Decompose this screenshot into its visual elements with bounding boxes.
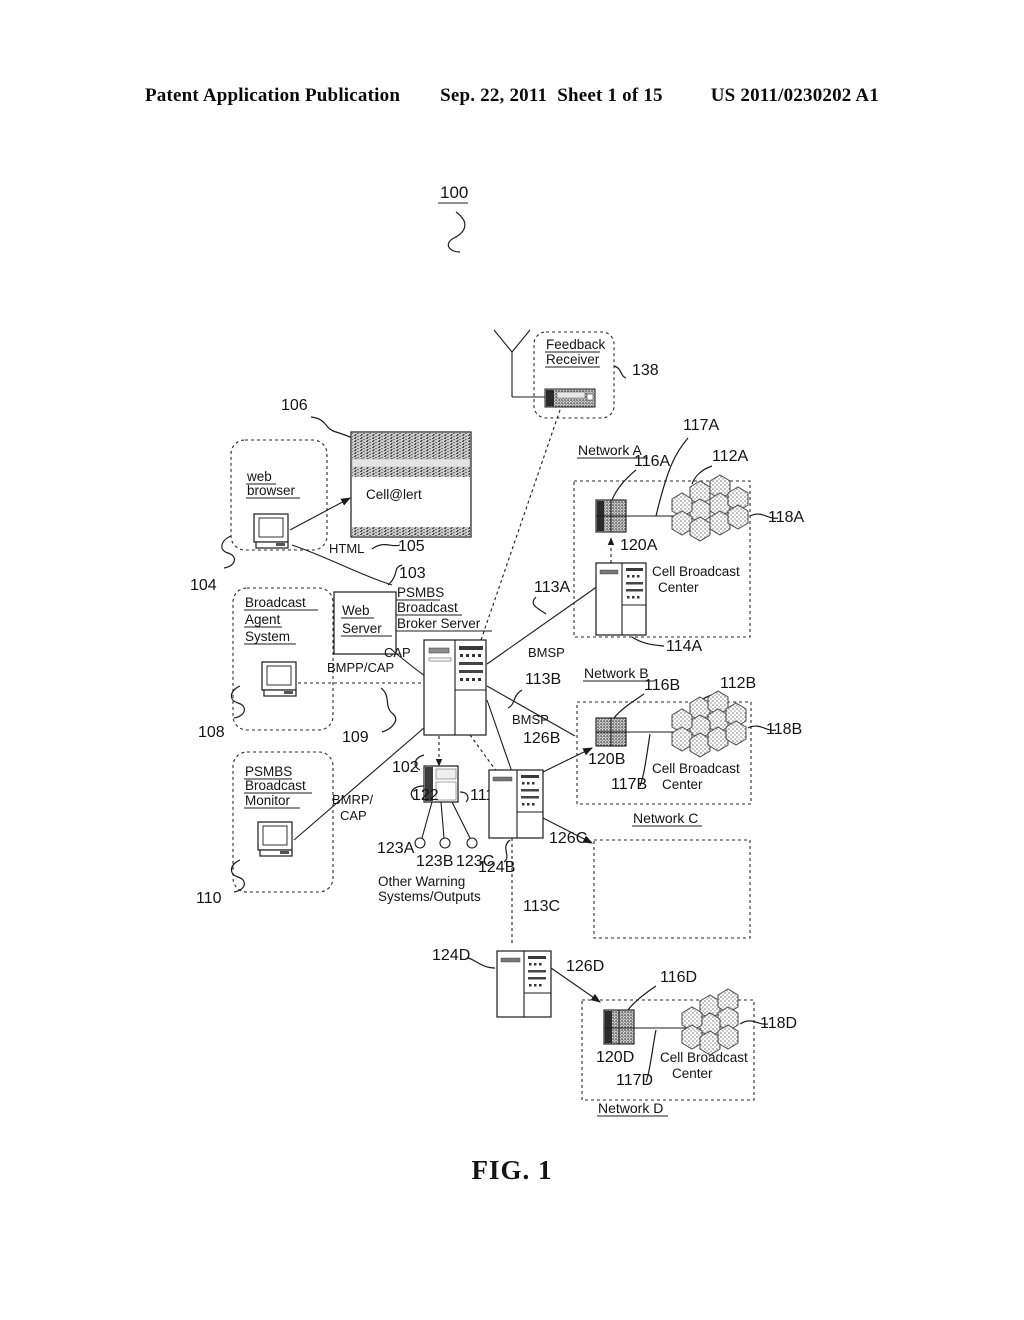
browser-window-group: 106 Cell@lert HTML 105 xyxy=(281,397,472,556)
network-a-cells xyxy=(671,474,749,542)
web-server-label-1: Web xyxy=(342,603,370,618)
network-d-name: Network D xyxy=(598,1100,663,1116)
network-a-cbc-label-2: Center xyxy=(658,580,699,595)
ref-108-label: 108 xyxy=(198,724,225,741)
ref-104-label: 104 xyxy=(190,577,217,594)
network-c-name: Network C xyxy=(633,810,698,826)
ref-120b-label: 120B xyxy=(588,751,625,768)
other-warning-systems-group: 122 111 123A 123B 123C Other Warning Sys… xyxy=(377,765,494,904)
ref-112b-label: 112B xyxy=(720,675,756,692)
ref-126d-label: 126D xyxy=(566,958,604,975)
ref-106-label: 106 xyxy=(281,397,308,414)
broker-server-icon xyxy=(423,639,487,736)
broadcast-agent-label-3: System xyxy=(245,629,290,644)
broadcast-agent-label-2: Agent xyxy=(245,612,281,627)
ref-117d-label: 117D xyxy=(616,1072,653,1089)
ref-109-label: 109 xyxy=(342,729,369,746)
ref-124b-label: 124B xyxy=(478,859,515,876)
psmbs-monitor-computer-icon xyxy=(257,821,293,857)
ref-113c-label: 113C xyxy=(523,898,560,915)
server-124b-icon xyxy=(488,769,544,839)
network-d-cbc-label-1: Cell Broadcast xyxy=(660,1050,748,1065)
web-browser-label-1: web xyxy=(246,469,272,484)
ref-118a-label: 118A xyxy=(768,509,805,526)
ref-126b-label: 126B xyxy=(523,730,560,747)
bmsp-a-protocol-label: BMSP xyxy=(528,645,565,660)
ref-114a-label: 114A xyxy=(666,638,703,655)
web-server-label-2: Server xyxy=(342,621,382,636)
ref-103-label: 103 xyxy=(399,565,426,582)
network-b-cbc-label-2: Center xyxy=(662,777,703,792)
web-browser-computer-icon xyxy=(253,513,289,549)
psmbs-monitor-label-1: PSMBS xyxy=(245,764,292,779)
ref-105-label: 105 xyxy=(398,538,425,555)
patent-figure: .dash-box { fill:none; stroke:#2a2a2a; s… xyxy=(0,0,1024,1320)
ref-102-label: 102 xyxy=(392,759,419,776)
ref-118b-label: 118B xyxy=(766,721,802,738)
ref-110-label: 110 xyxy=(196,890,222,907)
ref-116b-label: 116B xyxy=(644,677,680,694)
ref-116d-label: 116D xyxy=(660,969,697,986)
server-124d-icon xyxy=(496,950,552,1018)
psmbs-monitor-label-2: Broadcast xyxy=(245,778,306,793)
ref-112a-label: 112A xyxy=(712,448,749,465)
browser-content-text: Cell@lert xyxy=(366,487,422,502)
output-node-123b xyxy=(439,837,451,849)
ref-118d-label: 118D xyxy=(760,1015,797,1032)
ref-116a-label: 116A xyxy=(634,453,671,470)
ref-138-label: 138 xyxy=(632,362,659,379)
broker-server-label-2: Broadcast xyxy=(397,600,458,615)
network-b-cbc-label-1: Cell Broadcast xyxy=(652,761,740,776)
bmsp-b-protocol-label: BMSP xyxy=(512,712,549,727)
network-b-group: Network B 116B 112B 118B 120B 117B Cell … xyxy=(507,665,802,805)
feedback-device-icon xyxy=(544,388,596,408)
cap-protocol-label: CAP xyxy=(384,645,411,660)
feedback-receiver-label-2: Receiver xyxy=(546,352,600,367)
network-d-group: 116D 118D 120D 117D Cell Broadcast Cente… xyxy=(581,969,797,1117)
network-a-name: Network A xyxy=(578,442,642,458)
psmbs-monitor-label-3: Monitor xyxy=(245,793,291,808)
ref-120d-label: 120D xyxy=(596,1049,634,1066)
network-a-gateway-icon xyxy=(595,499,627,533)
ref-120a-label: 120A xyxy=(620,537,658,554)
network-c-box xyxy=(593,839,751,939)
network-b-name: Network B xyxy=(584,665,649,681)
ref-126c-label: 126C xyxy=(549,830,587,847)
bmpp-cap-protocol-label: BMPP/CAP xyxy=(327,660,394,675)
broadcast-agent-label-1: Broadcast xyxy=(245,595,306,610)
figure-caption: FIG. 1 xyxy=(471,1155,553,1185)
ref-123b-label: 123B xyxy=(416,853,453,870)
network-b-gateway-icon xyxy=(595,717,627,747)
server-124b-group: 124B 126C xyxy=(478,769,593,946)
ref-117a-label: 117A xyxy=(683,417,720,434)
network-d-cells xyxy=(681,988,739,1056)
web-browser-label-2: browser xyxy=(247,483,296,498)
network-b-cells xyxy=(671,690,747,758)
html-protocol-label: HTML xyxy=(329,541,364,556)
network-d-gateway-icon xyxy=(603,1009,635,1045)
bmrp-cap-protocol-label-1: BMRP/ xyxy=(332,792,374,807)
other-warning-label-1: Other Warning xyxy=(378,874,465,889)
ref-122-label: 122 xyxy=(412,787,439,804)
broker-server-label-1: PSMBS xyxy=(397,585,444,600)
system-ref-100: 100 xyxy=(438,183,468,253)
broadcast-agent-computer-icon xyxy=(261,661,297,697)
bmrp-cap-protocol-label-2: CAP xyxy=(340,808,367,823)
network-d-cbc-label-2: Center xyxy=(672,1066,713,1081)
ref-113b-label: 113B xyxy=(525,671,561,688)
other-warning-label-2: Systems/Outputs xyxy=(378,889,481,904)
network-a-cbc-server-icon xyxy=(595,562,647,636)
network-a-cbc-label-1: Cell Broadcast xyxy=(652,564,740,579)
output-node-123a xyxy=(414,837,426,849)
feedback-receiver-label-1: Feedback xyxy=(546,337,606,352)
ref-100-label: 100 xyxy=(440,183,468,202)
network-a-group: Network A 117A 116A 112A 118A 120A Cell … xyxy=(528,417,805,660)
ref-123a-label: 123A xyxy=(377,840,415,857)
server-124d-group: 124D 126D xyxy=(432,947,604,1018)
output-node-123c xyxy=(466,837,478,849)
ref-124d-label: 124D xyxy=(432,947,470,964)
ref-113a-label: 113A xyxy=(534,579,571,596)
broker-server-label-3: Broker Server xyxy=(397,616,481,631)
broker-server-group: PSMBS Broadcast Broker Server 102 xyxy=(392,585,599,776)
